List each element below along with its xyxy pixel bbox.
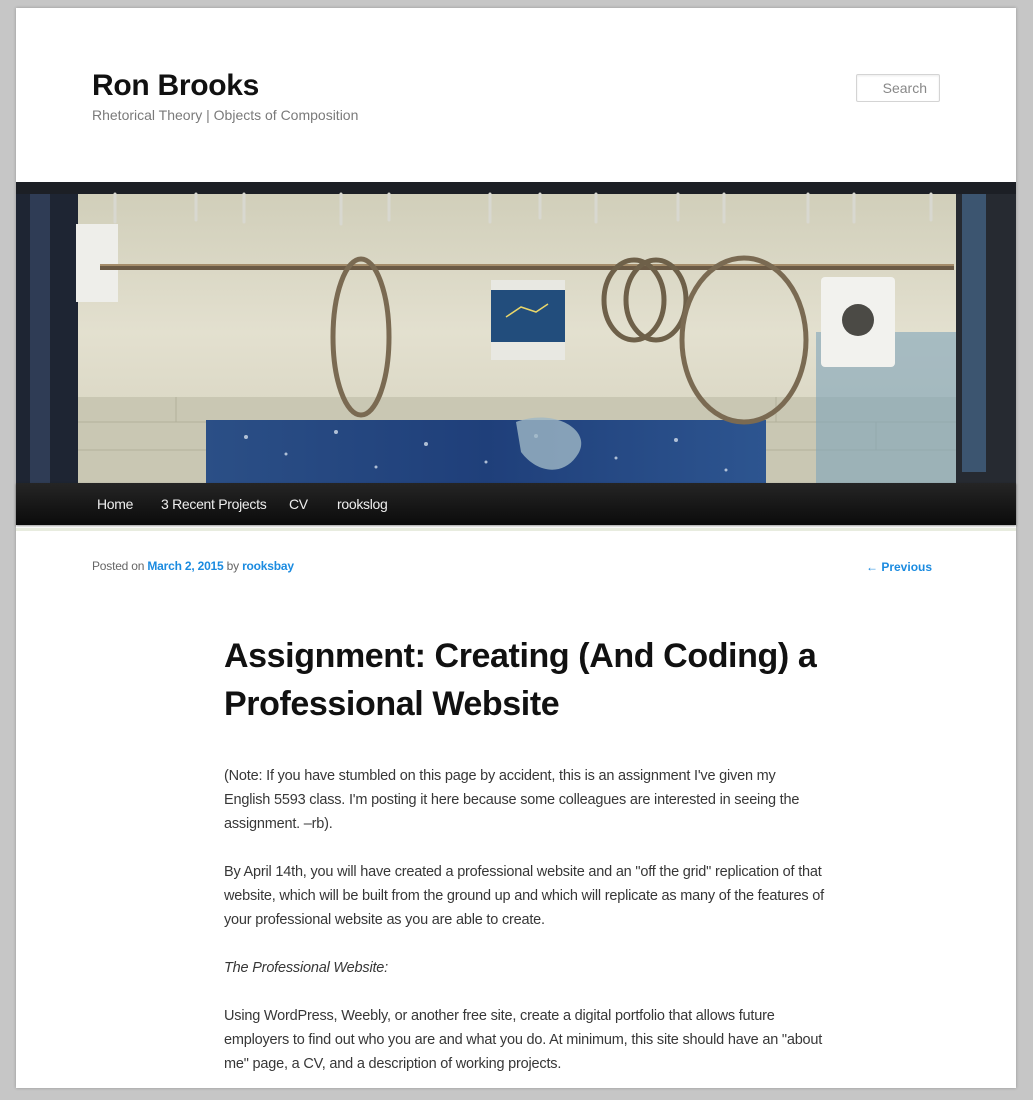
by-label: by bbox=[226, 559, 239, 573]
section-heading-professional-website: The Professional Website: bbox=[224, 956, 824, 980]
header-photo bbox=[16, 182, 1016, 483]
nav-item-recent-projects[interactable]: 3 Recent Projects bbox=[161, 496, 267, 512]
main-navigation: Home 3 Recent Projects CV rookslog bbox=[16, 483, 1016, 525]
nav-item-rookslog[interactable]: rookslog bbox=[337, 496, 388, 512]
site-title[interactable]: Ron Brooks bbox=[92, 69, 259, 103]
author-link[interactable]: rooksbay bbox=[242, 559, 294, 573]
header-image bbox=[16, 182, 1016, 483]
nav-item-cv[interactable]: CV bbox=[289, 496, 308, 512]
paragraph-note: (Note: If you have stumbled on this page… bbox=[224, 768, 800, 832]
paragraph-intro: By April 14th, you will have created a p… bbox=[224, 864, 824, 928]
nav-item-home[interactable]: Home bbox=[97, 496, 133, 512]
paragraph-professional-website: Using WordPress, Weebly, or another free… bbox=[224, 1008, 823, 1072]
search-box[interactable] bbox=[856, 74, 940, 102]
post-date-link[interactable]: March 2, 2015 bbox=[147, 559, 223, 573]
post-content: (Note: If you have stumbled on this page… bbox=[224, 764, 824, 1100]
posted-on-label: Posted on bbox=[92, 559, 145, 573]
previous-post-link[interactable]: ← Previous bbox=[866, 560, 932, 574]
post-title: Assignment: Creating (And Coding) a Prof… bbox=[224, 637, 817, 723]
nav-divider bbox=[16, 528, 1016, 531]
search-input[interactable] bbox=[857, 80, 927, 96]
section-heading-text: The Professional Website: bbox=[224, 960, 388, 976]
site-description: Rhetorical Theory | Objects of Compositi… bbox=[92, 107, 359, 123]
page: Ron Brooks Rhetorical Theory | Objects o… bbox=[16, 8, 1016, 1088]
entry-meta: Posted on March 2, 2015 by rooksbay bbox=[92, 559, 294, 573]
